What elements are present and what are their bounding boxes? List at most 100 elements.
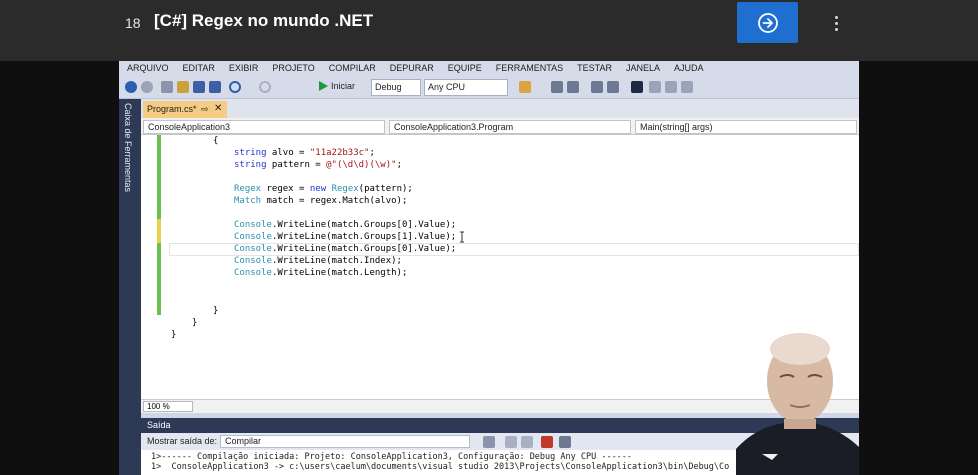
code-keyword: string (234, 160, 267, 170)
code-string: @"(\d\d)(\w)" (326, 160, 397, 170)
bookmark-clear-icon[interactable] (681, 81, 693, 93)
menu-arquivo[interactable]: ARQUIVO (119, 61, 175, 77)
menu-equipe[interactable]: EQUIPE (440, 61, 488, 77)
output-source-value: Compilar (225, 436, 262, 446)
dot-icon (834, 15, 838, 19)
indent-icon[interactable] (551, 81, 563, 93)
code-brace: } (171, 330, 177, 340)
menu-ajuda[interactable]: AJUDA (666, 61, 710, 77)
course-header: 18 [C#] Regex no mundo .NET (0, 0, 978, 61)
dot-icon (834, 27, 838, 31)
platform-dropdown[interactable]: Any CPU (424, 79, 508, 96)
code-text: { string alvo = "11a22b33c"; string patt… (141, 135, 456, 340)
instructor-webcam (736, 319, 859, 475)
code-keyword: string (234, 148, 267, 158)
code-text-span: ; (369, 148, 375, 158)
menu-ferramentas[interactable]: FERRAMENTAS (488, 61, 569, 77)
navigation-bar: ConsoleApplication3 ConsoleApplication3.… (141, 118, 859, 135)
tab-label: Program.cs* (147, 104, 197, 114)
zoom-dropdown[interactable]: 100 % (143, 401, 193, 412)
find-in-output-icon[interactable] (483, 436, 495, 448)
output-title: Saída (147, 420, 171, 430)
code-type: Regex (331, 184, 359, 194)
save-icon[interactable] (193, 81, 205, 93)
vs-toolbar: Iniciar Debug Any CPU (119, 77, 859, 99)
code-text-span: pattern = (266, 160, 327, 170)
code-type: Console (234, 244, 272, 254)
toolbox-panel[interactable]: Caixa de Ferramentas (119, 99, 141, 475)
lesson-number: 18 (125, 15, 141, 31)
code-type: Regex (234, 184, 262, 194)
bookmark-icon[interactable] (631, 81, 643, 93)
code-text-span: .WriteLine(match.Groups[0].Value); (271, 244, 457, 254)
code-keyword: new (309, 184, 327, 194)
code-text-span: match = regex.Match(alvo); (261, 196, 408, 206)
save-all-icon[interactable] (209, 81, 221, 93)
show-output-label: Mostrar saída de: (147, 436, 218, 446)
word-wrap-icon[interactable] (559, 436, 571, 448)
code-text-span: (pattern); (358, 184, 413, 194)
menu-exibir[interactable]: EXIBIR (221, 61, 265, 77)
more-options-button[interactable] (826, 10, 846, 36)
menu-depurar[interactable]: DEPURAR (382, 61, 440, 77)
start-label: Iniciar (331, 81, 356, 91)
forward-icon[interactable] (141, 81, 153, 93)
open-icon[interactable] (177, 81, 189, 93)
next-lesson-button[interactable] (737, 2, 798, 43)
bookmark-prev-icon[interactable] (649, 81, 661, 93)
menu-editar[interactable]: EDITAR (175, 61, 221, 77)
code-text-span: .WriteLine(match.Index); (271, 256, 402, 266)
dot-icon (834, 21, 838, 25)
toolbox-label: Caixa de Ferramentas (123, 103, 133, 193)
member-dropdown[interactable]: Main(string[] args) (635, 120, 857, 134)
code-type: Console (234, 232, 272, 242)
close-icon[interactable]: ✕ (214, 103, 222, 114)
code-type: Console (234, 256, 272, 266)
arrow-right-circle-icon (757, 12, 778, 33)
uncomment-icon[interactable] (607, 81, 619, 93)
next-message-icon[interactable] (521, 436, 533, 448)
code-brace: { (213, 136, 219, 146)
pin-icon[interactable]: ⇨ (201, 104, 209, 115)
menu-testar[interactable]: TESTAR (569, 61, 618, 77)
bookmark-next-icon[interactable] (665, 81, 677, 93)
prev-message-icon[interactable] (505, 436, 517, 448)
code-text-span: regex = (261, 184, 310, 194)
code-type: Console (234, 268, 272, 278)
start-button[interactable]: Iniciar (319, 81, 355, 91)
new-project-icon[interactable] (161, 81, 173, 93)
zoom-value: 100 % (147, 402, 170, 411)
code-brace: } (213, 306, 219, 316)
class-value: ConsoleApplication3.Program (394, 122, 514, 132)
clear-all-icon[interactable] (541, 436, 553, 448)
undo-icon[interactable] (229, 81, 241, 93)
menu-compilar[interactable]: COMPILAR (321, 61, 382, 77)
back-icon[interactable] (125, 81, 137, 93)
config-value: Debug (375, 82, 402, 92)
video-frame[interactable]: ARQUIVO EDITAR EXIBIR PROJETO COMPILAR D… (119, 61, 859, 475)
config-dropdown[interactable]: Debug (371, 79, 421, 96)
code-text-span: .WriteLine(match.Length); (271, 268, 408, 278)
code-type: Console (234, 220, 272, 230)
project-dropdown[interactable]: ConsoleApplication3 (143, 120, 385, 134)
code-type: Match (234, 196, 262, 206)
code-brace: } (192, 318, 198, 328)
menu-projeto[interactable]: PROJETO (264, 61, 320, 77)
class-dropdown[interactable]: ConsoleApplication3.Program (389, 120, 631, 134)
text-cursor-icon (460, 231, 464, 243)
output-source-dropdown[interactable]: Compilar (220, 435, 470, 448)
code-string: "11a22b33c" (309, 148, 370, 158)
member-value: Main(string[] args) (640, 122, 713, 132)
code-text-span: ; (396, 160, 402, 170)
tab-program-cs[interactable]: Program.cs* ⇨ ✕ (143, 101, 227, 118)
menu-janela[interactable]: JANELA (618, 61, 666, 77)
code-text-span: alvo = (266, 148, 310, 158)
redo-icon[interactable] (259, 81, 271, 93)
code-text-span: .WriteLine(match.Groups[0].Value); (271, 220, 457, 230)
lesson-title: [C#] Regex no mundo .NET (154, 11, 374, 30)
outdent-icon[interactable] (567, 81, 579, 93)
document-tabs: Program.cs* ⇨ ✕ (141, 99, 859, 118)
code-text-span: .WriteLine(match.Groups[1].Value); (271, 232, 457, 242)
find-icon[interactable] (519, 81, 531, 93)
comment-icon[interactable] (591, 81, 603, 93)
